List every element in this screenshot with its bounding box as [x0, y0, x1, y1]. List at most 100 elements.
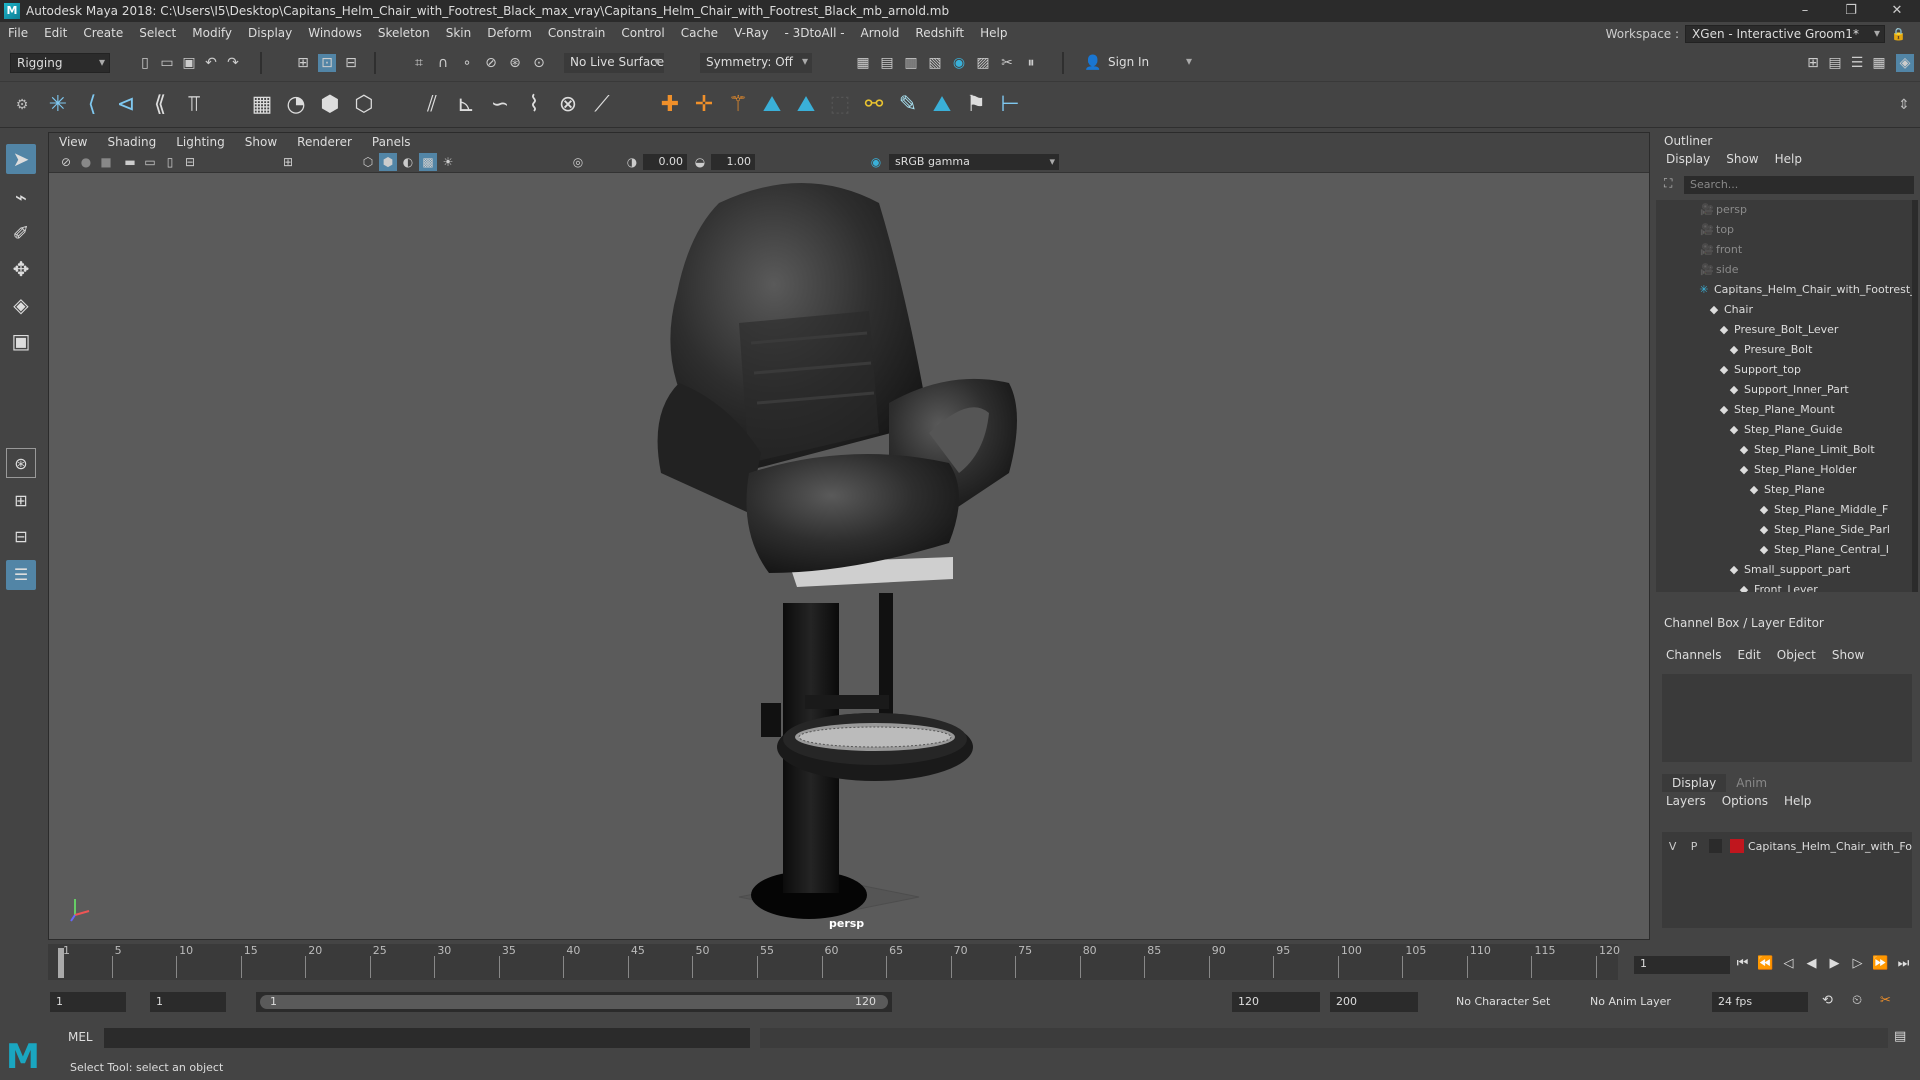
- lock-icon[interactable]: 🔒: [1891, 27, 1906, 41]
- skeleton-icon[interactable]: ⫪: [180, 91, 208, 119]
- new-scene-icon[interactable]: ▯: [136, 54, 154, 72]
- arnold-render-icon[interactable]: ✂: [998, 54, 1016, 72]
- layer-editor-menu-item[interactable]: Layers: [1666, 794, 1706, 808]
- layer-editor-tab[interactable]: Display: [1662, 774, 1727, 792]
- character-controls-icon[interactable]: ⛰: [928, 91, 956, 119]
- bend-deformer-icon[interactable]: ∽: [486, 91, 514, 119]
- time-slider[interactable]: 1 5 10 15 20 25 30 35 40 45 50 55 60 65 70 75 80 85 90 95 10…: [48, 944, 1620, 980]
- blank-shelf-slot-icon[interactable]: ⬚: [826, 91, 854, 119]
- menu-item[interactable]: Constrain: [540, 26, 614, 40]
- step-back-frame-icon[interactable]: ◁: [1780, 954, 1797, 974]
- select-tool-icon[interactable]: ➤: [6, 144, 36, 174]
- image-plane-icon[interactable]: ■: [97, 153, 115, 171]
- step-back-key-icon[interactable]: ⏪: [1757, 954, 1774, 974]
- outliner-menu-item[interactable]: Display: [1666, 152, 1710, 166]
- orient-joint-icon[interactable]: ⊾: [452, 91, 480, 119]
- gamma-field[interactable]: 1.00: [711, 154, 755, 170]
- two-view-icon[interactable]: ⊟: [6, 522, 36, 552]
- snap-curve-icon[interactable]: ∩: [434, 54, 452, 72]
- move-tool-icon[interactable]: ✥: [6, 254, 36, 284]
- pause-render-icon[interactable]: ⏸: [1022, 54, 1040, 72]
- film-gate-icon[interactable]: ▬: [121, 153, 139, 171]
- layer-visibility-toggle[interactable]: V: [1662, 840, 1683, 853]
- current-frame-marker[interactable]: [58, 948, 64, 978]
- layer-name[interactable]: Capitans_Helm_Chair_with_Fo: [1748, 840, 1912, 853]
- channel-box-menu-item[interactable]: Show: [1832, 648, 1864, 662]
- minimize-button[interactable]: –: [1782, 0, 1828, 22]
- smooth-shade-icon[interactable]: ⬢: [379, 153, 397, 171]
- user-icon[interactable]: 👤: [1084, 54, 1102, 72]
- range-handle[interactable]: 1 120: [260, 995, 888, 1009]
- menu-item[interactable]: V-Ray: [726, 26, 776, 40]
- mocap-icon[interactable]: ⛰: [792, 91, 820, 119]
- outliner-item[interactable]: ◆ Step_Plane_Limit_Bolt: [1738, 440, 1875, 460]
- resolution-gate-icon[interactable]: ▭: [141, 153, 159, 171]
- outliner-item[interactable]: 🎥 side: [1700, 260, 1739, 280]
- gate-mask-icon[interactable]: ▯: [161, 153, 179, 171]
- textured-icon[interactable]: ▩: [419, 153, 437, 171]
- play-forwards-icon[interactable]: ▶: [1826, 954, 1843, 974]
- render-settings-icon[interactable]: ▧: [926, 54, 944, 72]
- range-bar[interactable]: 1 120: [256, 992, 892, 1012]
- select-hierarchy-icon[interactable]: ⊞: [294, 54, 312, 72]
- outliner-item[interactable]: ◆ Presure_Bolt_Lever: [1718, 320, 1839, 340]
- paint-weights-icon[interactable]: ⬡: [350, 91, 378, 119]
- mel-label[interactable]: MEL: [68, 1030, 93, 1044]
- outliner-scrollbar[interactable]: [1912, 200, 1918, 592]
- render-view-icon[interactable]: ▨: [974, 54, 992, 72]
- layer-editor-menu-item[interactable]: Options: [1722, 794, 1768, 808]
- viewport-menu-item[interactable]: View: [49, 135, 97, 149]
- auto-key-icon[interactable]: ⏲: [1852, 993, 1862, 1008]
- single-view-icon[interactable]: ⊛: [6, 448, 36, 478]
- menu-item[interactable]: Skeleton: [370, 26, 438, 40]
- anim-prefs-icon[interactable]: ✂: [1880, 993, 1891, 1008]
- paint-skin-weights-icon[interactable]: ✎: [894, 91, 922, 119]
- attribute-editor-icon[interactable]: ▤: [1826, 54, 1844, 72]
- anim-layer-dropdown[interactable]: No Anim Layer: [1584, 992, 1696, 1012]
- humanik-icon[interactable]: ⚚: [724, 91, 752, 119]
- menu-item[interactable]: Skin: [438, 26, 480, 40]
- viewport-menu-item[interactable]: Lighting: [166, 135, 235, 149]
- viewport-menu-item[interactable]: Show: [235, 135, 287, 149]
- pose-editor-icon[interactable]: ⚑: [962, 91, 990, 119]
- save-scene-icon[interactable]: ▣: [180, 54, 198, 72]
- four-view-icon[interactable]: ⊞: [6, 486, 36, 516]
- joint-tool-icon[interactable]: ✳: [44, 91, 72, 119]
- tool-settings-icon[interactable]: ☰: [1848, 54, 1866, 72]
- align-icon[interactable]: ⊢: [996, 91, 1024, 119]
- layer-color-swatch[interactable]: [1730, 839, 1744, 853]
- menu-item[interactable]: Arnold: [853, 26, 908, 40]
- lasso-tool-icon[interactable]: ⌁: [6, 182, 36, 212]
- menu-item[interactable]: Modify: [184, 26, 240, 40]
- undo-icon[interactable]: ↶: [202, 54, 220, 72]
- outliner-item[interactable]: ◆ Step_Plane_Holder: [1738, 460, 1857, 480]
- script-editor-icon[interactable]: ▤: [1894, 1029, 1906, 1044]
- workspace-dropdown[interactable]: XGen - Interactive Groom1*: [1685, 25, 1886, 43]
- shelf-scroll-icon[interactable]: ⇕: [1890, 91, 1918, 119]
- ik-handle-icon[interactable]: ⟨: [78, 91, 106, 119]
- wireframe-icon[interactable]: ⬡: [359, 153, 377, 171]
- viewport-menu-item[interactable]: Panels: [362, 135, 421, 149]
- select-object-icon[interactable]: ⊡: [318, 54, 336, 72]
- close-button[interactable]: ✕: [1874, 0, 1920, 22]
- outliner-item[interactable]: ◆ Presure_Bolt: [1728, 340, 1813, 360]
- quick-rig-icon[interactable]: ⛰: [758, 91, 786, 119]
- grid-toggle-icon[interactable]: ⊞: [279, 153, 297, 171]
- scene-end-field[interactable]: 200: [1330, 992, 1418, 1012]
- color-management-icon[interactable]: ◉: [867, 153, 885, 171]
- set-driven-key-icon[interactable]: ⚯: [860, 91, 888, 119]
- snap-grid-icon[interactable]: ⌗: [410, 54, 428, 72]
- chair-model[interactable]: [49, 173, 1649, 939]
- mel-input[interactable]: [104, 1028, 750, 1048]
- filter-icon[interactable]: ⛶: [1664, 176, 1672, 191]
- step-forward-key-icon[interactable]: ⏩: [1872, 954, 1889, 974]
- go-to-end-icon[interactable]: ⏭: [1895, 954, 1912, 974]
- field-chart-icon[interactable]: ⊟: [181, 153, 199, 171]
- layer-editor-tab[interactable]: Anim: [1726, 774, 1777, 792]
- viewport-canvas[interactable]: [49, 173, 1649, 939]
- snap-point-icon[interactable]: ∘: [458, 54, 476, 72]
- outliner-item[interactable]: ◆ Step_Plane_Mount: [1718, 400, 1835, 420]
- menu-item[interactable]: Windows: [300, 26, 370, 40]
- camera-bookmark-icon[interactable]: ●: [77, 153, 95, 171]
- paint-select-tool-icon[interactable]: ✐: [6, 218, 36, 248]
